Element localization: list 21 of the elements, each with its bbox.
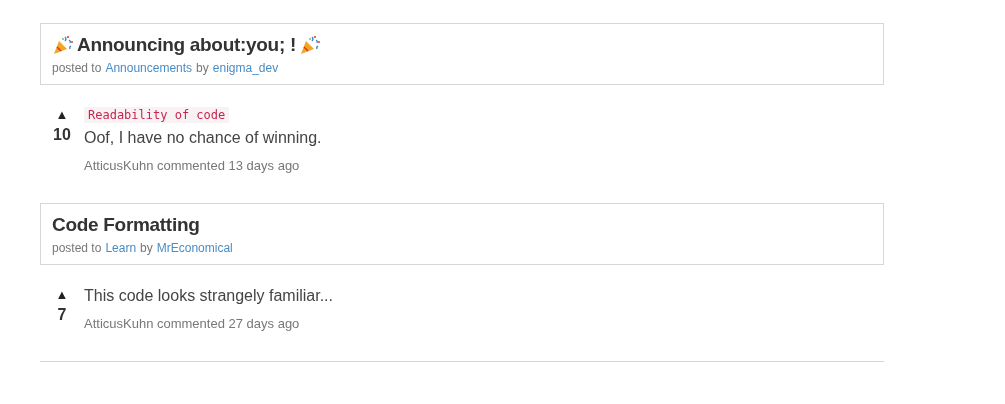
posted-to-label: posted to [52,61,102,75]
party-popper-icon [52,34,74,56]
by-label: by [140,241,153,255]
post-title: Code Formatting [52,214,200,236]
posted-to-label: posted to [52,241,102,255]
author-link[interactable]: MrEconomical [156,241,233,255]
category-link[interactable]: Learn [105,241,137,255]
category-link[interactable]: Announcements [105,61,193,75]
by-label: by [196,61,209,75]
upvote-button[interactable]: ▲ [55,107,69,122]
vote-count: 7 [57,306,67,324]
author-link[interactable]: enigma_dev [212,61,279,75]
party-popper-icon [298,34,321,56]
comment-meta: AtticusKuhn commented 13 days ago [84,158,301,173]
comment-meta: AtticusKuhn commented 27 days ago [84,316,301,331]
comment-text: This code looks strangely familiar... [84,287,333,305]
comment-text: Oof, I have no chance of winning. [84,129,322,147]
upvote-button[interactable]: ▲ [55,287,69,302]
vote-count: 10 [53,126,71,144]
inline-code: Readability of code [84,107,230,123]
post-title: Announcing about:you; ! [77,34,296,56]
